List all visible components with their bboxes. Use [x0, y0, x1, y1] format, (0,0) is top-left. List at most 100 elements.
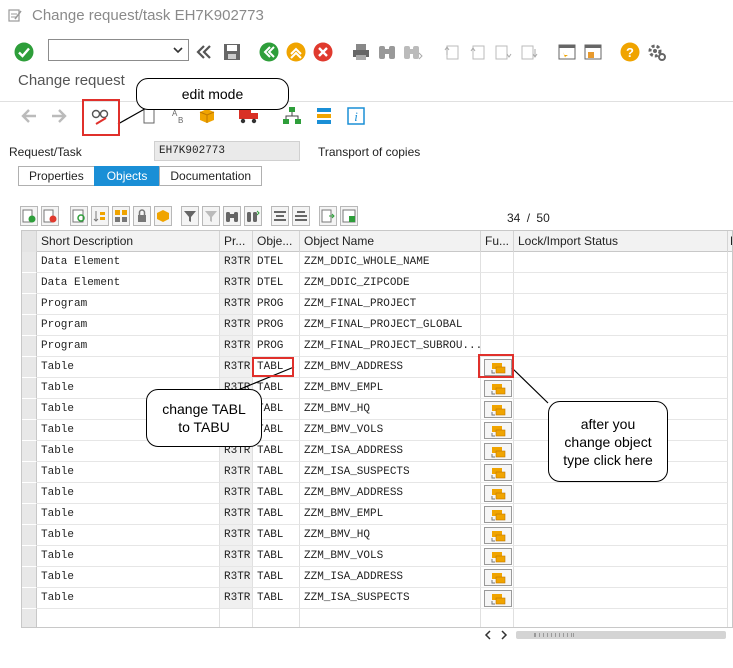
cell-lock-import-status[interactable]: [514, 315, 728, 336]
scroll-thumb[interactable]: [516, 631, 726, 639]
cell-lock-import-status[interactable]: [514, 378, 728, 399]
cell-object-name[interactable]: ZZM_ISA_ADDRESS: [300, 441, 481, 462]
column-header-short-description[interactable]: Short Description: [37, 231, 220, 252]
cell-object-name[interactable]: ZZM_BMV_VOLS: [300, 546, 481, 567]
cell-lock-import-status[interactable]: [514, 567, 728, 588]
object-list-button[interactable]: [313, 105, 335, 127]
cell-program-id[interactable]: R3TR: [220, 462, 253, 483]
cell-object-name[interactable]: ZZM_DDIC_WHOLE_NAME: [300, 252, 481, 273]
cell-object-name[interactable]: ZZM_ISA_SUSPECTS: [300, 462, 481, 483]
cell-object-name[interactable]: ZZM_FINAL_PROJECT_GLOBAL: [300, 315, 481, 336]
shortcut-button[interactable]: [582, 41, 604, 63]
create-session-button[interactable]: [556, 41, 578, 63]
cell-object-type[interactable]: PROG: [253, 336, 300, 357]
scroll-right-icon[interactable]: [499, 630, 509, 640]
details-button[interactable]: [70, 206, 88, 226]
next-page-button[interactable]: [492, 41, 514, 63]
cell-program-id[interactable]: R3TR: [220, 546, 253, 567]
lock-object-button[interactable]: [484, 422, 512, 439]
layout-button[interactable]: [340, 206, 358, 226]
table-row[interactable]: Program R3TR PROG ZZM_FINAL_PROJECT_SUBROU.…: [22, 336, 732, 357]
lock-object-button[interactable]: [484, 527, 512, 544]
select-all-corner[interactable]: [22, 231, 37, 252]
table-row[interactable]: Program R3TR PROG ZZM_FINAL_PROJECT_GLOBAL: [22, 315, 732, 336]
cell-object-type[interactable]: TABL: [253, 483, 300, 504]
table-row[interactable]: TableR3TRTABLZZM_BMV_HQ: [22, 525, 732, 546]
cell-lock-import-status[interactable]: [514, 273, 728, 294]
table-row[interactable]: Table R3TR TABL ZZM_BMV_ADDRESS: [22, 357, 732, 378]
find-next-grid-button[interactable]: [244, 206, 262, 226]
cell-program-id[interactable]: R3TR: [220, 294, 253, 315]
lock-object-button[interactable]: [484, 590, 512, 607]
sum-button[interactable]: [271, 206, 289, 226]
cell-object-name[interactable]: ZZM_FINAL_PROJECT: [300, 294, 481, 315]
cell-lock-import-status[interactable]: [514, 483, 728, 504]
cell-object-type[interactable]: TABL: [253, 504, 300, 525]
cell-short-description[interactable]: Table: [37, 357, 220, 378]
cell-object-type[interactable]: DTEL: [253, 273, 300, 294]
cell-short-description[interactable]: Table: [37, 525, 220, 546]
cell-program-id[interactable]: R3TR: [220, 525, 253, 546]
cell-object-name[interactable]: ZZM_BMV_ADDRESS: [300, 483, 481, 504]
tab-properties[interactable]: Properties: [18, 166, 95, 186]
horizontal-scrollbar[interactable]: [480, 628, 733, 642]
subtotal-button[interactable]: [292, 206, 310, 226]
enter-button[interactable]: [13, 41, 35, 63]
column-header-lock-import-status[interactable]: Lock/Import Status: [514, 231, 728, 252]
cell-program-id[interactable]: R3TR: [220, 483, 253, 504]
find-grid-button[interactable]: [223, 206, 241, 226]
cell-program-id[interactable]: R3TR: [220, 504, 253, 525]
last-page-button[interactable]: [518, 41, 540, 63]
save-button[interactable]: [221, 41, 243, 63]
cell-short-description[interactable]: Table: [37, 462, 220, 483]
cell-object-name[interactable]: ZZM_BMV_ADDRESS: [300, 357, 481, 378]
exit-button[interactable]: [285, 41, 307, 63]
cell-lock-import-status[interactable]: [514, 252, 728, 273]
empty-cell[interactable]: [481, 609, 514, 627]
cell-short-description[interactable]: Program: [37, 336, 220, 357]
cell-program-id[interactable]: R3TR: [220, 315, 253, 336]
cell-short-description[interactable]: Table: [37, 483, 220, 504]
previous-page-button[interactable]: [466, 41, 488, 63]
cell-object-type[interactable]: DTEL: [253, 252, 300, 273]
empty-cell[interactable]: [300, 609, 481, 627]
request-field[interactable]: EH7K902773: [154, 141, 300, 161]
cancel-button[interactable]: [312, 41, 334, 63]
lock-button[interactable]: [133, 206, 151, 226]
command-field[interactable]: [48, 39, 189, 61]
cell-short-description[interactable]: Data Element: [37, 252, 220, 273]
column-header-object-name[interactable]: Object Name: [300, 231, 481, 252]
forward-arrow-button[interactable]: [48, 105, 70, 127]
empty-cell[interactable]: [514, 609, 728, 627]
collapse-command-button[interactable]: [193, 41, 215, 63]
cell-program-id[interactable]: R3TR: [220, 273, 253, 294]
table-row[interactable]: Data Element R3TR DTEL ZZM_DDIC_WHOLE_NAME: [22, 252, 732, 273]
table-row[interactable]: Table R3TR TABL ZZM_BMV_EMPL: [22, 504, 732, 525]
cell-program-id[interactable]: R3TR: [220, 567, 253, 588]
table-row[interactable]: Table R3TR TABL ZZM_ISA_SUSPECTS: [22, 588, 732, 609]
empty-cell[interactable]: [37, 609, 220, 627]
back-button[interactable]: [258, 41, 280, 63]
scroll-left-icon[interactable]: [483, 630, 493, 640]
export-button[interactable]: [319, 206, 337, 226]
empty-cell[interactable]: [220, 609, 253, 627]
print-button[interactable]: [350, 41, 372, 63]
object-package-button[interactable]: [154, 206, 172, 226]
cell-object-type[interactable]: TABL: [253, 546, 300, 567]
column-header-object-type[interactable]: Obje...: [253, 231, 300, 252]
insert-row-button[interactable]: [20, 206, 38, 226]
cell-program-id[interactable]: R3TR: [220, 252, 253, 273]
cell-short-description[interactable]: Program: [37, 294, 220, 315]
column-header-overflow[interactable]: L: [728, 231, 732, 252]
customize-layout-button[interactable]: [645, 41, 667, 63]
cell-short-description[interactable]: Table: [37, 504, 220, 525]
cell-object-type[interactable]: TABL: [253, 441, 300, 462]
cell-lock-import-status[interactable]: [514, 504, 728, 525]
cell-object-type[interactable]: PROG: [253, 294, 300, 315]
find-button[interactable]: [376, 41, 398, 63]
table-row[interactable]: Table R3TR TABL ZZM_ISA_ADDRESS: [22, 567, 732, 588]
cell-program-id[interactable]: R3TR: [220, 588, 253, 609]
cell-short-description[interactable]: Table: [37, 588, 220, 609]
cell-object-name[interactable]: ZZM_BMV_HQ: [300, 525, 481, 546]
column-header-function[interactable]: Fu...: [481, 231, 514, 252]
